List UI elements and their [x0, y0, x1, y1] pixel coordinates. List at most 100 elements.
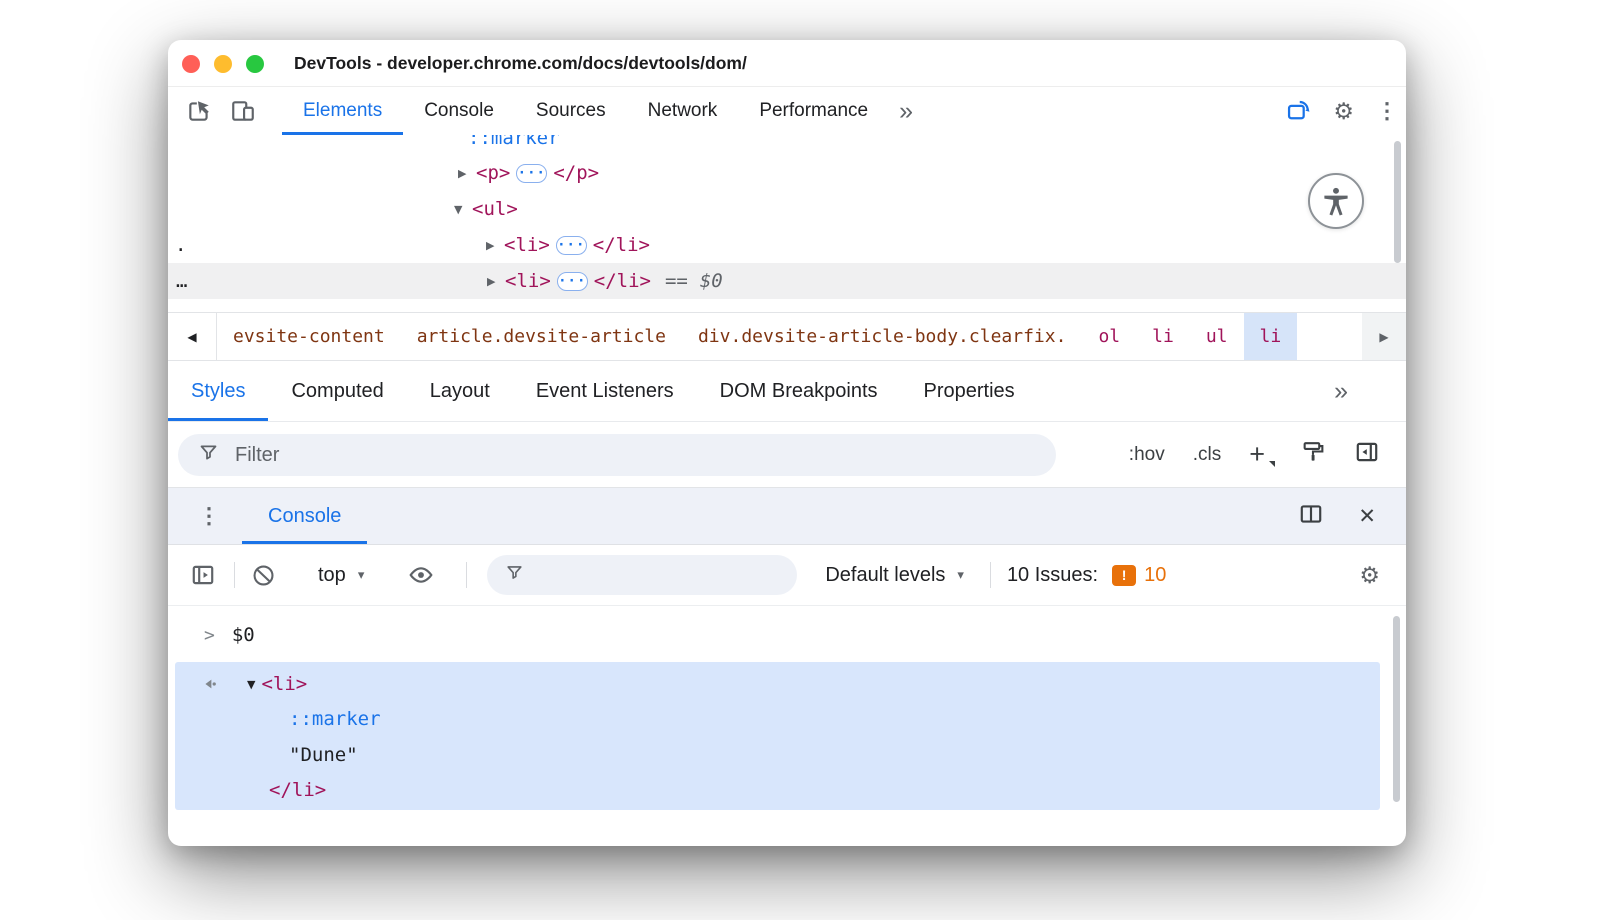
- device-toolbar-icon[interactable]: [228, 87, 258, 135]
- console-command-row[interactable]: > $0: [168, 618, 1406, 652]
- accessibility-icon[interactable]: [1308, 173, 1364, 229]
- breadcrumb-item[interactable]: div.devsite-article-body.clearfix.: [682, 313, 1082, 360]
- chevron-down-icon: ▾: [957, 567, 964, 583]
- tab-network[interactable]: Network: [627, 87, 739, 135]
- close-window-button[interactable]: [182, 55, 200, 73]
- clear-console-icon[interactable]: [251, 563, 276, 588]
- text-node: "Dune": [289, 744, 358, 766]
- overflow-text: …: [176, 270, 187, 292]
- equals-sign: ==: [665, 270, 688, 292]
- styles-filter-input[interactable]: [235, 444, 1036, 467]
- dom-row-li[interactable]: ▶ <li> ··· </li>: [486, 227, 650, 263]
- close-drawer-icon[interactable]: ✕: [1358, 504, 1376, 529]
- console-output: > $0 ▼ <li> ::marker "Dune" </li>: [168, 606, 1406, 846]
- breadcrumb-item[interactable]: evsite-content: [217, 313, 401, 360]
- tab-layout[interactable]: Layout: [407, 361, 513, 421]
- tab-performance[interactable]: Performance: [738, 87, 889, 135]
- toolbar-right-actions: ⚙ ⋮: [1284, 87, 1398, 135]
- window-title: DevTools - developer.chrome.com/docs/dev…: [294, 40, 747, 87]
- pseudo-element-label: ::marker: [289, 708, 381, 730]
- devtools-toolbar: Elements Console Sources Network Perform…: [168, 87, 1406, 135]
- breadcrumb-item[interactable]: li: [1136, 313, 1190, 360]
- zoom-window-button[interactable]: [246, 55, 264, 73]
- dom-node-marker-clipped[interactable]: ::marker: [468, 135, 560, 156]
- elements-scrollbar[interactable]: [1394, 141, 1401, 263]
- tag-open: <li>: [505, 270, 551, 292]
- dom-row-p[interactable]: ▶ <p> ··· </p>: [458, 155, 599, 191]
- console-settings-gear-icon[interactable]: ⚙: [1359, 562, 1380, 589]
- collapse-arrow-icon[interactable]: ▼: [454, 203, 472, 216]
- new-style-rule-button[interactable]: +: [1249, 441, 1273, 468]
- tag-open: <li>: [261, 673, 307, 695]
- tab-label: Network: [648, 100, 718, 122]
- console-filter-input[interactable]: [536, 564, 781, 586]
- title-bar[interactable]: DevTools - developer.chrome.com/docs/dev…: [168, 40, 1406, 87]
- split-panel-icon[interactable]: [1298, 501, 1324, 532]
- tab-elements[interactable]: Elements: [282, 87, 403, 135]
- breadcrumb-item[interactable]: ul: [1190, 313, 1244, 360]
- tab-event-listeners[interactable]: Event Listeners: [513, 361, 697, 421]
- toggle-element-state-button[interactable]: :hov: [1129, 444, 1165, 466]
- chevron-down-icon: ▾: [358, 567, 365, 583]
- tab-label: Sources: [536, 100, 606, 122]
- breadcrumb-item[interactable]: ol: [1082, 313, 1136, 360]
- more-tabs-icon[interactable]: »: [889, 87, 923, 135]
- tab-properties[interactable]: Properties: [901, 361, 1038, 421]
- execution-context-selector[interactable]: top ▾: [318, 564, 364, 587]
- eye-icon[interactable]: [408, 562, 434, 588]
- dock-sidebar-icon[interactable]: [1354, 439, 1380, 471]
- issue-icon[interactable]: !: [1112, 565, 1136, 586]
- context-label: top: [318, 564, 346, 587]
- console-command: $0: [232, 624, 255, 646]
- tab-computed[interactable]: Computed: [268, 361, 406, 421]
- console-scrollbar[interactable]: [1393, 616, 1400, 802]
- drawer-menu-icon[interactable]: ⋮: [198, 488, 220, 544]
- styles-filter-field[interactable]: [178, 434, 1056, 476]
- minimize-window-button[interactable]: [214, 55, 232, 73]
- tab-sources[interactable]: Sources: [515, 87, 627, 135]
- dollar-zero-ref: $0: [700, 270, 723, 292]
- inline-expand-button[interactable]: ···: [556, 236, 587, 255]
- breadcrumb-item[interactable]: article.devsite-article: [401, 313, 682, 360]
- tab-label: Console: [268, 505, 341, 528]
- result-line: </li>: [175, 772, 1380, 808]
- expand-arrow-icon[interactable]: ▶: [458, 167, 476, 180]
- screencast-icon[interactable]: [1284, 98, 1311, 125]
- breadcrumb-scroll-right-button[interactable]: ▶: [1362, 313, 1406, 360]
- drawer-header: ⋮ Console ✕: [168, 488, 1406, 545]
- window-controls: [182, 40, 264, 87]
- inline-expand-button[interactable]: ···: [557, 272, 588, 291]
- console-result-block[interactable]: ▼ <li> ::marker "Dune" </li>: [175, 662, 1380, 810]
- filter-icon: [505, 563, 524, 587]
- result-line: "Dune": [175, 737, 1380, 773]
- tab-console[interactable]: Console: [403, 87, 515, 135]
- tab-styles[interactable]: Styles: [168, 361, 268, 421]
- collapse-arrow-icon[interactable]: ▼: [247, 678, 255, 691]
- issues-label[interactable]: 10 Issues:: [1007, 564, 1098, 587]
- panel-tabs: Elements Console Sources Network Perform…: [282, 87, 923, 135]
- drawer-tab-console[interactable]: Console: [242, 488, 367, 544]
- expand-arrow-icon[interactable]: ▶: [487, 275, 505, 288]
- element-classes-button[interactable]: .cls: [1193, 444, 1222, 466]
- kebab-menu-icon[interactable]: ⋮: [1376, 100, 1398, 122]
- tab-label: Console: [424, 100, 494, 122]
- tab-label: Elements: [303, 100, 382, 122]
- styles-filter-bar: :hov .cls +: [168, 422, 1406, 488]
- drawer-actions: ✕: [1298, 488, 1376, 544]
- expand-arrow-icon[interactable]: ▶: [486, 239, 504, 252]
- breadcrumb-scroll-left-button[interactable]: ◀: [168, 313, 217, 360]
- dom-row-li-selected[interactable]: … ▶ <li> ··· </li> == $0: [168, 263, 1406, 299]
- dom-row-ul[interactable]: ▼ <ul>: [454, 191, 518, 227]
- console-sidebar-icon[interactable]: [190, 562, 216, 588]
- breadcrumb-item-selected[interactable]: li: [1244, 313, 1298, 360]
- tab-dom-breakpoints[interactable]: DOM Breakpoints: [697, 361, 901, 421]
- inline-expand-button[interactable]: ···: [516, 164, 547, 183]
- overflow-text: .: [175, 227, 186, 263]
- tag-open: <li>: [504, 234, 550, 256]
- console-filter-field[interactable]: [487, 555, 797, 595]
- settings-gear-icon[interactable]: ⚙: [1333, 100, 1354, 123]
- inspect-element-icon[interactable]: [184, 87, 214, 135]
- paint-roller-icon[interactable]: [1301, 439, 1326, 470]
- more-style-tabs-icon[interactable]: »: [1334, 361, 1348, 421]
- log-levels-selector[interactable]: Default levels ▾: [825, 564, 964, 587]
